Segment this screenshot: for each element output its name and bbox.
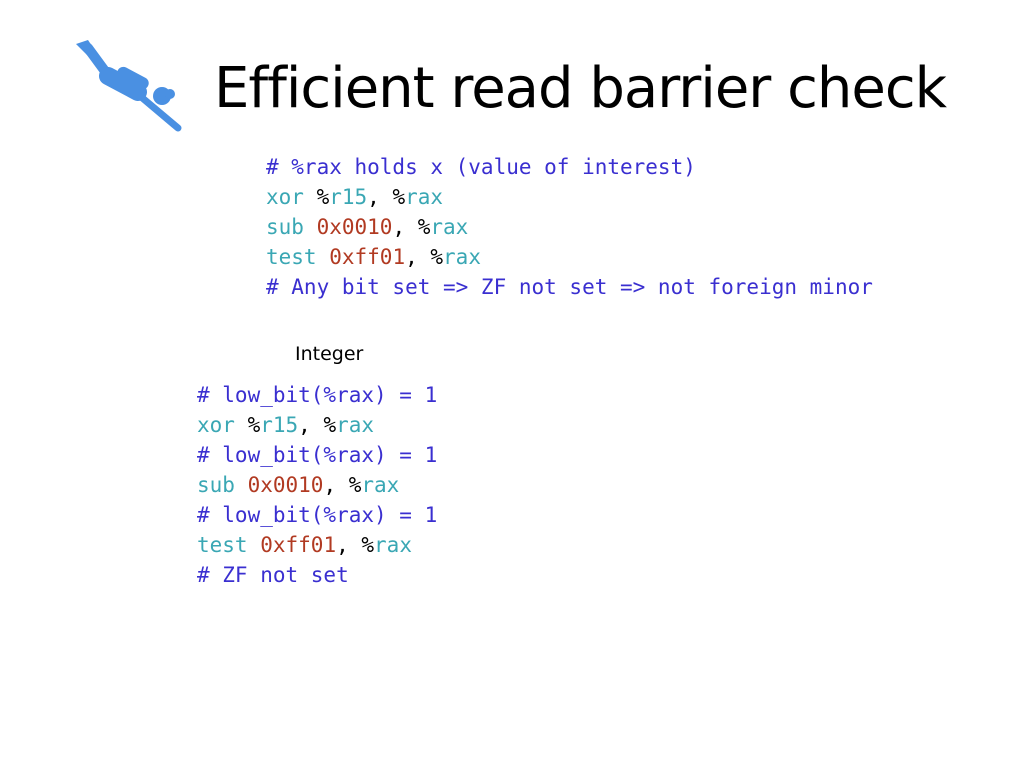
code-token-reg: r15 xyxy=(260,413,299,437)
code-token-plain: , % xyxy=(367,185,406,209)
code-line: test 0xff01, %rax xyxy=(266,242,873,272)
code-token-op: xor xyxy=(197,413,235,437)
code-token-op: test xyxy=(197,533,248,557)
section-label-integer: Integer xyxy=(295,343,364,365)
code-token-plain: , % xyxy=(298,413,337,437)
code-token-op: sub xyxy=(266,215,304,239)
code-token-num: 0x0010 xyxy=(316,215,393,239)
code-token-comment: # low_bit(%rax) = 1 xyxy=(197,443,438,467)
code-block-top: # %rax holds x (value of interest) xor %r… xyxy=(266,152,873,302)
code-line: # low_bit(%rax) = 1 xyxy=(197,500,437,530)
code-token-op: test xyxy=(266,245,317,269)
code-token-comment: # ZF not set xyxy=(197,563,349,587)
code-line: sub 0x0010, %rax xyxy=(197,470,437,500)
code-token-comment: # Any bit set => ZF not set => not forei… xyxy=(266,275,873,299)
code-line: # %rax holds x (value of interest) xyxy=(266,152,873,182)
code-token-plain: , % xyxy=(392,215,431,239)
code-token-reg: r15 xyxy=(329,185,368,209)
code-token-reg: rax xyxy=(443,245,481,269)
code-token-op: xor xyxy=(266,185,304,209)
code-token-plain: , % xyxy=(323,473,362,497)
code-line: test 0xff01, %rax xyxy=(197,530,437,560)
code-token-plain: % xyxy=(303,185,330,209)
code-line: sub 0x0010, %rax xyxy=(266,212,873,242)
code-token-reg: rax xyxy=(361,473,400,497)
code-line: # low_bit(%rax) = 1 xyxy=(197,380,437,410)
code-block-integer: # low_bit(%rax) = 1 xor %r15, %rax # low_b… xyxy=(197,380,437,590)
code-token-reg: rax xyxy=(430,215,469,239)
code-token-reg: rax xyxy=(336,413,375,437)
code-token-op: sub xyxy=(197,473,235,497)
code-token-comment: # %rax holds x (value of interest) xyxy=(266,155,696,179)
code-token-reg: rax xyxy=(374,533,412,557)
code-token-num: 0x0010 xyxy=(247,473,324,497)
scuba-diver-icon xyxy=(76,40,182,132)
code-line: # Any bit set => ZF not set => not forei… xyxy=(266,272,873,302)
code-token-plain: , % xyxy=(336,533,375,557)
code-token-num: 0xff01 xyxy=(260,533,337,557)
code-token-plain: , % xyxy=(405,245,444,269)
code-token-num: 0xff01 xyxy=(329,245,406,269)
slide-title: Efficient read barrier check xyxy=(214,56,947,121)
code-token-reg: rax xyxy=(405,185,444,209)
code-token-comment: # low_bit(%rax) = 1 xyxy=(197,503,438,527)
code-line: # low_bit(%rax) = 1 xyxy=(197,440,437,470)
code-line: xor %r15, %rax xyxy=(197,410,437,440)
code-line: # ZF not set xyxy=(197,560,437,590)
code-token-plain: % xyxy=(234,413,261,437)
code-token-comment: # low_bit(%rax) = 1 xyxy=(197,383,438,407)
code-line: xor %r15, %rax xyxy=(266,182,873,212)
